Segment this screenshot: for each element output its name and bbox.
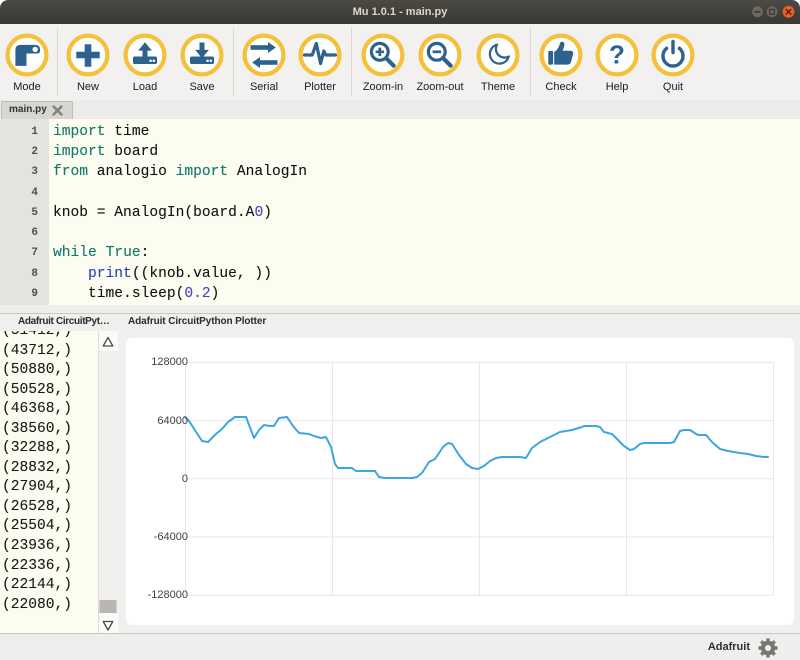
svg-text:?: ? bbox=[609, 40, 625, 70]
